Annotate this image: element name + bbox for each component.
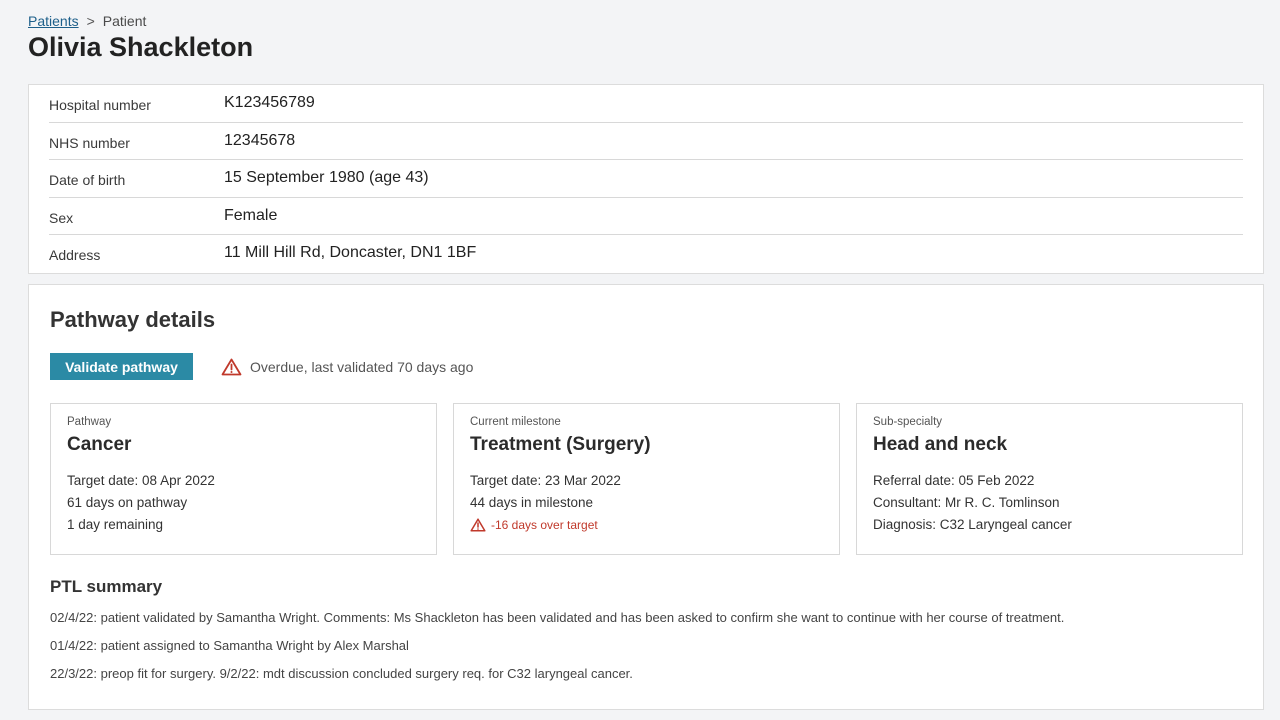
box-caption: Sub-specialty — [873, 416, 943, 428]
box-heading: Head and neck — [873, 434, 1008, 455]
info-row-nhs-number: NHS number 12345678 — [49, 123, 1243, 160]
pathway-details-card: Pathway details Validate pathway Overdue… — [28, 284, 1264, 710]
warning-icon — [221, 358, 242, 376]
info-label: Sex — [49, 209, 74, 226]
section-title: Pathway details — [50, 307, 216, 332]
info-value: K123456789 — [224, 94, 315, 112]
validate-pathway-button[interactable]: Validate pathway — [50, 353, 193, 380]
pathway-box: Pathway Cancer Target date: 08 Apr 2022 … — [50, 403, 437, 555]
consultant: Consultant: Mr R. C. Tomlinson — [873, 495, 1060, 510]
ptl-summary-title: PTL summary — [50, 577, 163, 596]
ptl-item: 22/3/22: preop fit for surgery. 9/2/22: … — [50, 666, 633, 681]
info-row-sex: Sex Female — [49, 198, 1243, 235]
info-label: NHS number — [49, 134, 130, 151]
target-date: Target date: 08 Apr 2022 — [67, 473, 215, 488]
info-value: Female — [224, 206, 278, 224]
diagnosis: Diagnosis: C32 Laryngeal cancer — [873, 517, 1072, 532]
info-value: 11 Mill Hill Rd, Doncaster, DN1 1BF — [224, 244, 477, 262]
over-target-text: -16 days over target — [491, 518, 598, 532]
breadcrumb: Patients > Patient — [28, 13, 146, 29]
info-label: Date of birth — [49, 172, 126, 189]
ptl-item: 02/4/22: patient validated by Samantha W… — [50, 610, 1065, 625]
sub-specialty-box: Sub-specialty Head and neck Referral dat… — [856, 403, 1243, 555]
info-label: Hospital number — [49, 97, 151, 114]
info-row-address: Address 11 Mill Hill Rd, Doncaster, DN1 … — [49, 235, 1243, 272]
breadcrumb-current: Patient — [102, 13, 147, 29]
page-title: Olivia Shackleton — [28, 32, 254, 62]
overdue-text: Overdue, last validated 70 days ago — [250, 359, 474, 375]
over-target-warning: -16 days over target — [470, 514, 823, 536]
days-remaining: 1 day remaining — [67, 517, 164, 532]
patient-info-card: Hospital number K123456789 NHS number 12… — [28, 84, 1264, 274]
days-in-milestone: 44 days in milestone — [470, 495, 594, 510]
overdue-status: Overdue, last validated 70 days ago — [221, 358, 473, 376]
info-row-date-of-birth: Date of birth 15 September 1980 (age 43) — [49, 160, 1243, 198]
ptl-item: 01/4/22: patient assigned to Samantha Wr… — [50, 638, 409, 653]
box-caption: Current milestone — [470, 416, 561, 428]
info-value: 15 September 1980 (age 43) — [224, 169, 429, 187]
target-date: Target date: 23 Mar 2022 — [470, 473, 621, 488]
info-row-hospital-number: Hospital number K123456789 — [49, 85, 1243, 123]
days-on-pathway: 61 days on pathway — [67, 495, 188, 510]
current-milestone-box: Current milestone Treatment (Surgery) Ta… — [453, 403, 840, 555]
breadcrumb-patients-link[interactable]: Patients — [28, 13, 79, 29]
info-value: 12345678 — [224, 131, 296, 149]
box-heading: Treatment (Surgery) — [470, 434, 651, 455]
ptl-summary-list: 02/4/22: patient validated by Samantha W… — [50, 610, 1220, 690]
box-heading: Cancer — [67, 434, 132, 455]
breadcrumb-separator: > — [86, 13, 95, 29]
warning-icon — [470, 518, 486, 532]
referral-date: Referral date: 05 Feb 2022 — [873, 473, 1035, 488]
info-label: Address — [49, 247, 101, 264]
box-caption: Pathway — [67, 416, 112, 428]
